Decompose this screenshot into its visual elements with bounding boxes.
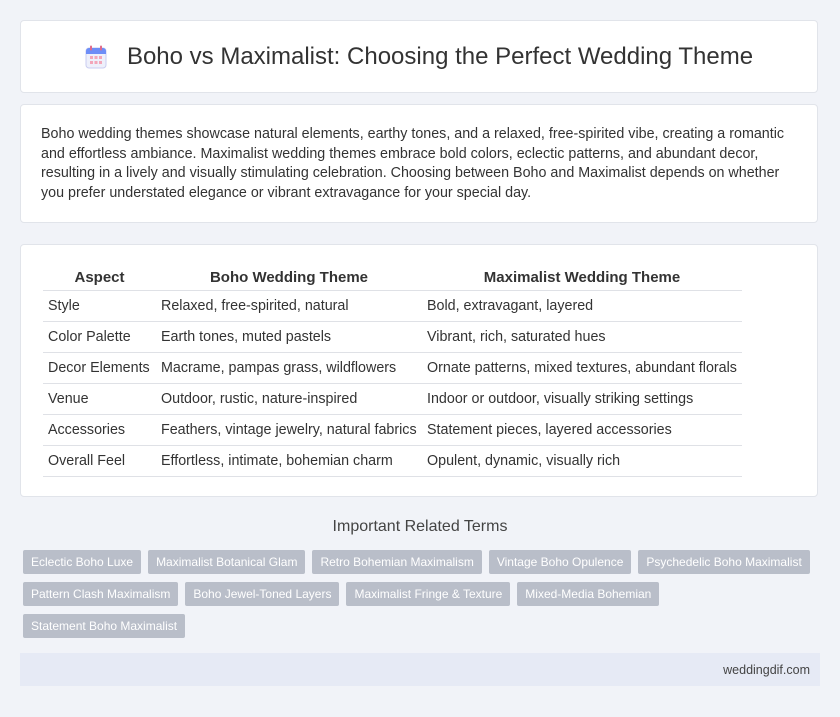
table-row: Venue Outdoor, rustic, nature-inspired I…: [43, 383, 742, 415]
table-cell: Style: [43, 290, 156, 322]
table-row: Overall Feel Effortless, intimate, bohem…: [43, 445, 742, 477]
table-cell: Indoor or outdoor, visually striking set…: [422, 383, 742, 415]
table-cell: Outdoor, rustic, nature-inspired: [156, 383, 422, 415]
intro-card: Boho wedding themes showcase natural ele…: [20, 104, 818, 223]
column-header: Boho Wedding Theme: [156, 264, 422, 291]
table-cell: Accessories: [43, 414, 156, 446]
table-row: Style Relaxed, free-spirited, natural Bo…: [43, 290, 742, 322]
table-row: Color Palette Earth tones, muted pastels…: [43, 321, 742, 353]
table-cell: Decor Elements: [43, 352, 156, 384]
related-term-tag[interactable]: Pattern Clash Maximalism: [23, 582, 179, 606]
table-cell: Venue: [43, 383, 156, 415]
table-row: Decor Elements Macrame, pampas grass, wi…: [43, 352, 742, 384]
related-term-tag[interactable]: Psychedelic Boho Maximalist: [638, 550, 810, 574]
comparison-card: Aspect Boho Wedding Theme Maximalist Wed…: [20, 244, 818, 497]
related-terms-title: Important Related Terms: [332, 518, 508, 535]
table-cell: Ornate patterns, mixed textures, abundan…: [422, 352, 742, 384]
table-cell: Earth tones, muted pastels: [156, 321, 422, 353]
related-term-tag[interactable]: Statement Boho Maximalist: [23, 614, 186, 638]
related-term-tag[interactable]: Vintage Boho Opulence: [488, 550, 632, 574]
table-cell: Relaxed, free-spirited, natural: [156, 290, 422, 322]
footer: weddingdif.com: [20, 653, 820, 686]
intro-paragraph: Boho wedding themes showcase natural ele…: [41, 126, 785, 201]
table-cell: Statement pieces, layered accessories: [422, 414, 742, 446]
table-cell: Feathers, vintage jewelry, natural fabri…: [156, 414, 422, 446]
table-cell: Overall Feel: [43, 445, 156, 477]
table-cell: Bold, extravagant, layered: [422, 290, 742, 322]
table-cell: Opulent, dynamic, visually rich: [422, 445, 742, 477]
table-header-row: Aspect Boho Wedding Theme Maximalist Wed…: [43, 264, 742, 291]
header-card: Boho vs Maximalist: Choosing the Perfect…: [20, 20, 818, 93]
related-term-tag[interactable]: Boho Jewel-Toned Layers: [185, 582, 340, 606]
table-cell: Vibrant, rich, saturated hues: [422, 321, 742, 353]
table-cell: Macrame, pampas grass, wildflowers: [156, 352, 422, 384]
related-term-tag[interactable]: Eclectic Boho Luxe: [23, 550, 142, 574]
table-cell: Color Palette: [43, 321, 156, 353]
related-term-tag[interactable]: Mixed-Media Bohemian: [517, 582, 660, 606]
footer-site-link[interactable]: weddingdif.com: [723, 663, 810, 677]
related-term-tag[interactable]: Maximalist Fringe & Texture: [346, 582, 511, 606]
comparison-table: Aspect Boho Wedding Theme Maximalist Wed…: [43, 264, 742, 477]
related-terms-list: Eclectic Boho Luxe Maximalist Botanical G…: [23, 550, 823, 646]
table-row: Accessories Feathers, vintage jewelry, n…: [43, 414, 742, 446]
column-header: Aspect: [43, 264, 156, 291]
column-header: Maximalist Wedding Theme: [422, 264, 742, 291]
calendar-icon: [85, 45, 107, 69]
page-title: Boho vs Maximalist: Choosing the Perfect…: [126, 42, 754, 70]
table-cell: Effortless, intimate, bohemian charm: [156, 445, 422, 477]
related-term-tag[interactable]: Retro Bohemian Maximalism: [312, 550, 482, 574]
related-term-tag[interactable]: Maximalist Botanical Glam: [148, 550, 306, 574]
